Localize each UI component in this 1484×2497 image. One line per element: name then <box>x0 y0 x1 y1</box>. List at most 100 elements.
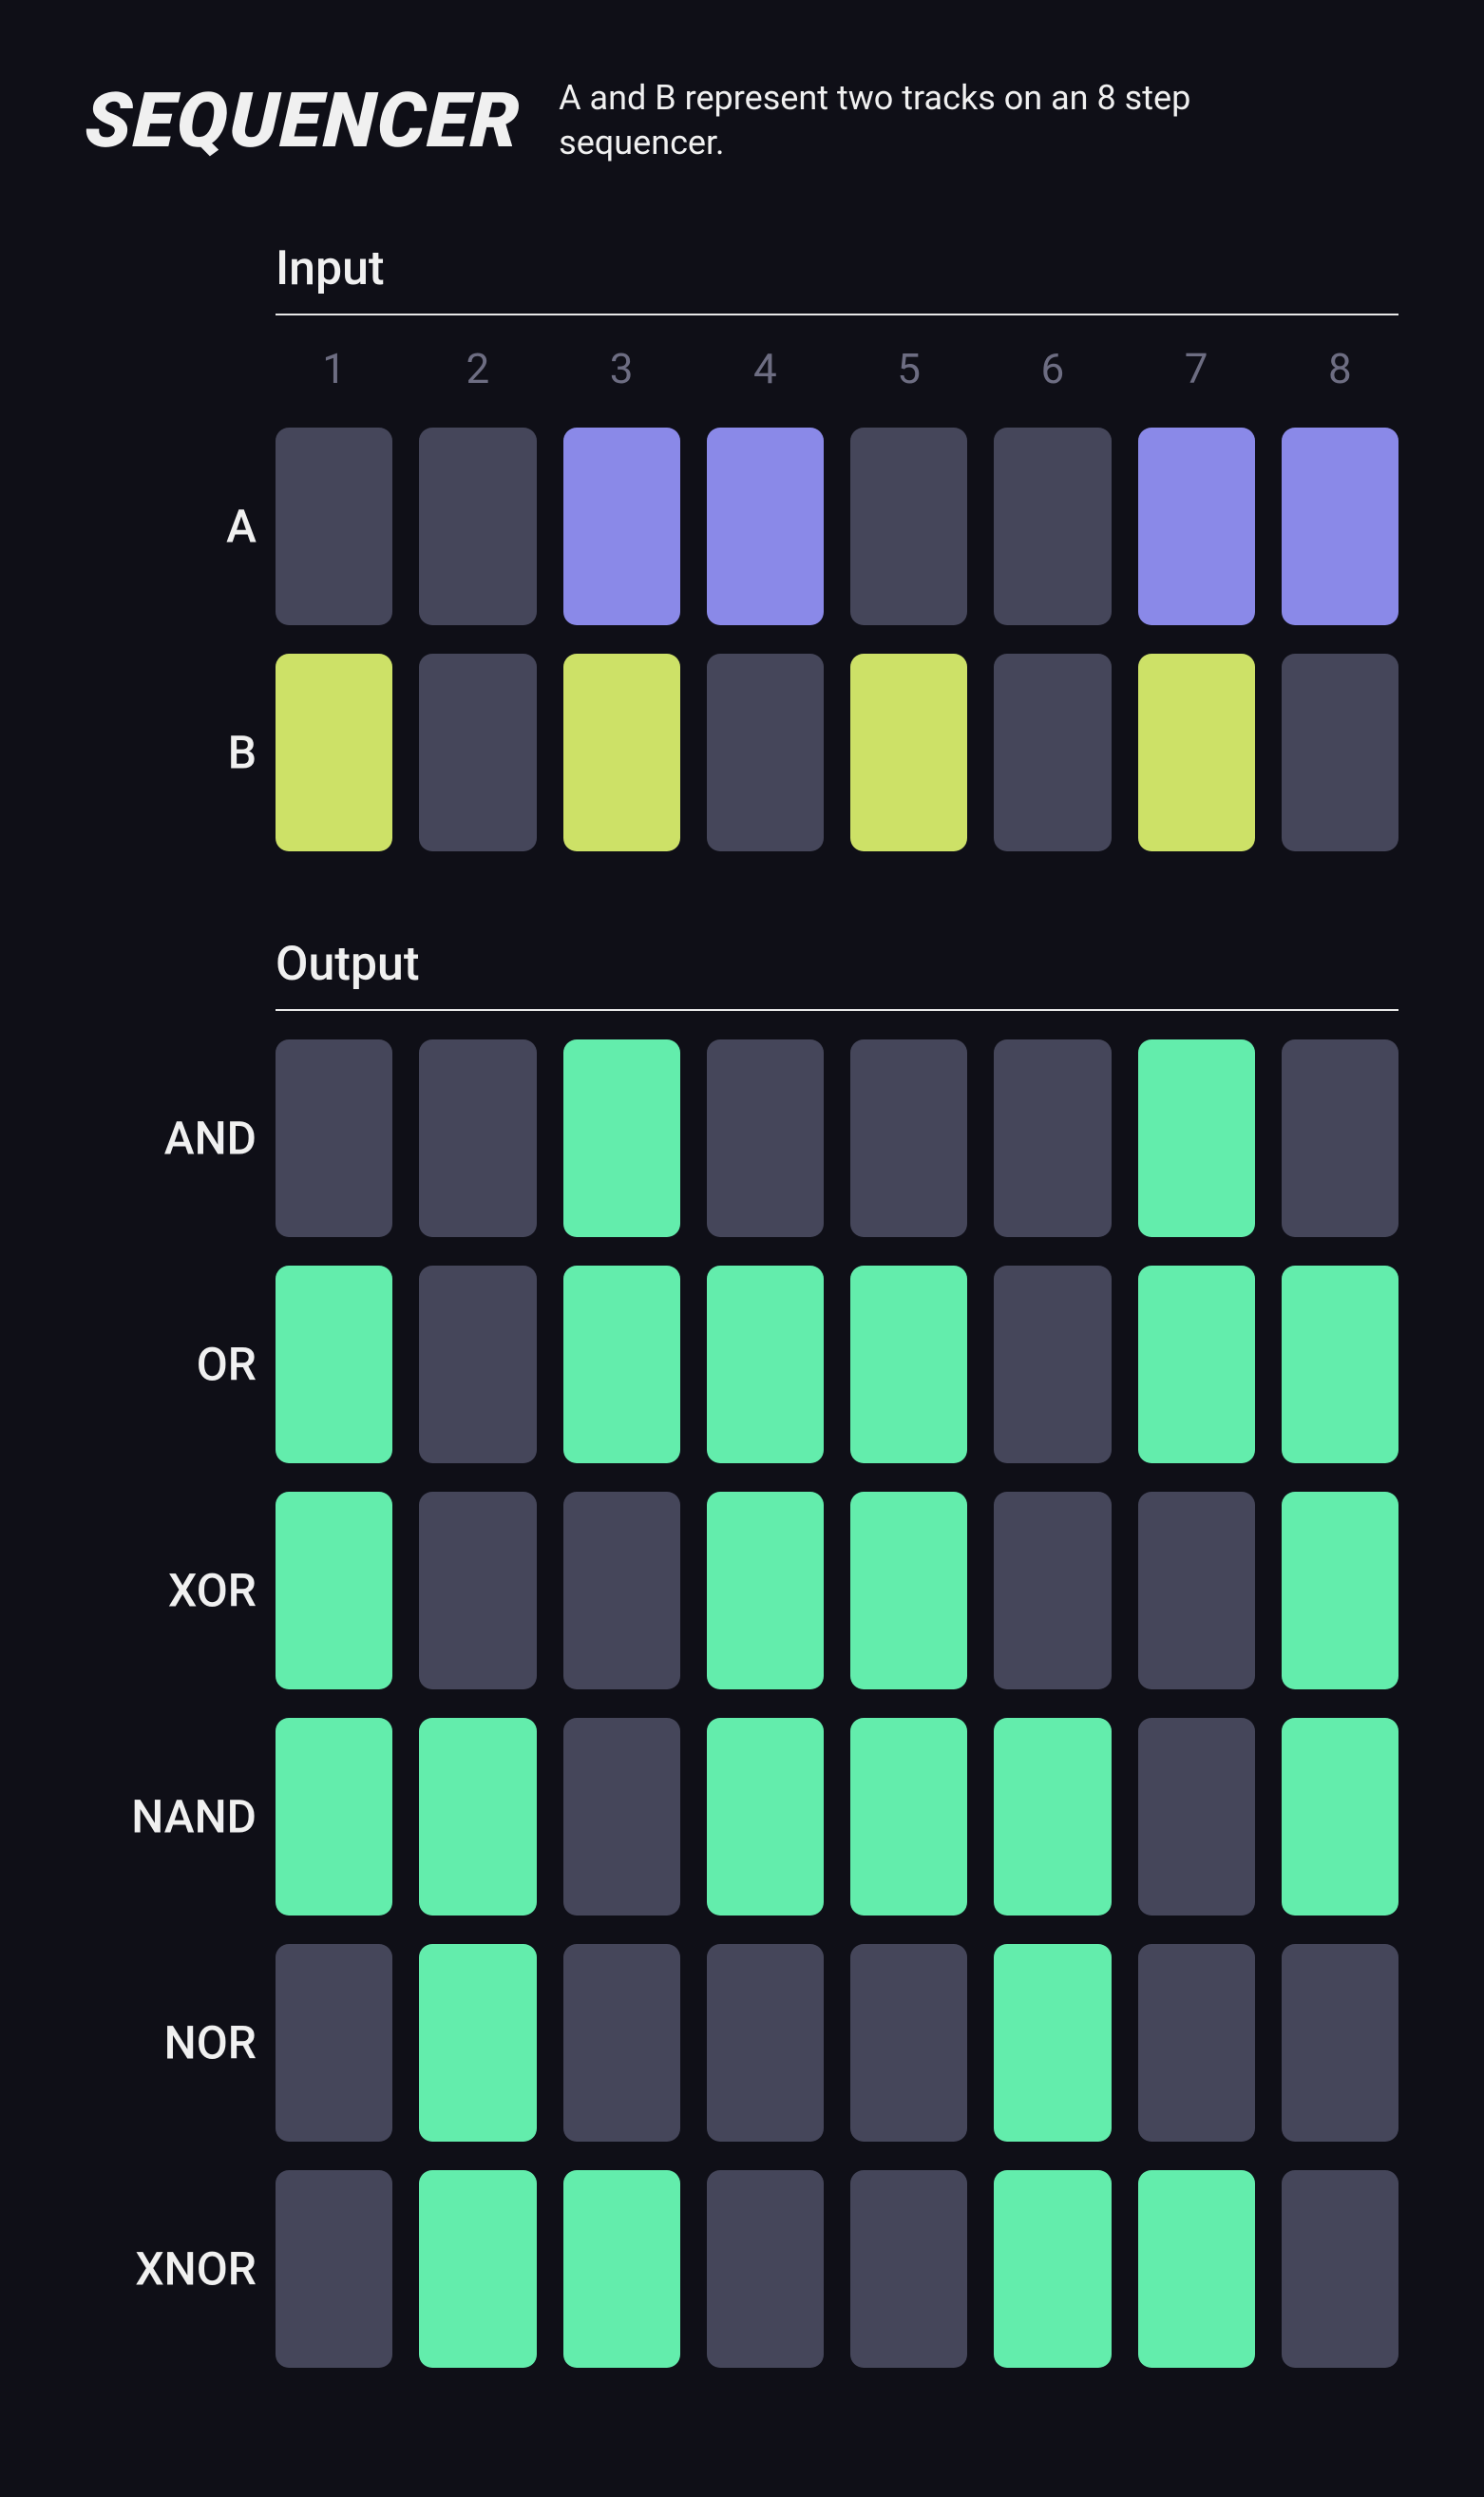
column-label: 6 <box>994 344 1111 393</box>
app-subtitle: A and B represent two tracks on an 8 ste… <box>559 76 1224 165</box>
step-cell[interactable] <box>994 1492 1111 1689</box>
step-cell[interactable] <box>707 428 824 625</box>
step-cell[interactable] <box>1282 1266 1398 1463</box>
step-cell[interactable] <box>563 654 680 851</box>
output-row-cells <box>276 1718 1398 1916</box>
column-label: 5 <box>850 344 967 393</box>
step-cell[interactable] <box>850 2170 967 2368</box>
column-label: 3 <box>563 344 680 393</box>
step-cell[interactable] <box>994 1944 1111 2142</box>
step-cell[interactable] <box>1282 428 1398 625</box>
input-section: Input 12345678 AB <box>276 241 1398 851</box>
step-cell[interactable] <box>563 1718 680 1916</box>
step-cell[interactable] <box>276 1718 392 1916</box>
step-cell[interactable] <box>419 1039 536 1237</box>
step-cell[interactable] <box>707 1718 824 1916</box>
step-cell[interactable] <box>707 1944 824 2142</box>
step-cell[interactable] <box>419 654 536 851</box>
step-cell[interactable] <box>563 1266 680 1463</box>
input-row-label: B <box>86 725 257 779</box>
step-cell[interactable] <box>1282 654 1398 851</box>
output-row-label: AND <box>86 1111 257 1165</box>
step-cell[interactable] <box>850 654 967 851</box>
step-cell[interactable] <box>1282 2170 1398 2368</box>
step-cell[interactable] <box>707 1039 824 1237</box>
step-cell[interactable] <box>994 428 1111 625</box>
output-row: XNOR <box>276 2170 1398 2368</box>
column-label: 7 <box>1138 344 1255 393</box>
output-row-cells <box>276 1944 1398 2142</box>
step-cell[interactable] <box>276 428 392 625</box>
step-cell[interactable] <box>850 1492 967 1689</box>
output-row: NOR <box>276 1944 1398 2142</box>
step-cell[interactable] <box>850 1039 967 1237</box>
step-cell[interactable] <box>994 2170 1111 2368</box>
step-cell[interactable] <box>419 2170 536 2368</box>
step-cell[interactable] <box>563 1039 680 1237</box>
step-cell[interactable] <box>850 1266 967 1463</box>
step-cell[interactable] <box>707 654 824 851</box>
step-cell[interactable] <box>707 1266 824 1463</box>
step-cell[interactable] <box>563 1492 680 1689</box>
input-rule <box>276 314 1398 315</box>
step-cell[interactable] <box>1138 1266 1255 1463</box>
column-label: 2 <box>419 344 536 393</box>
output-heading: Output <box>276 937 1398 992</box>
column-label: 8 <box>1282 344 1398 393</box>
step-cell[interactable] <box>563 428 680 625</box>
step-cell[interactable] <box>276 1039 392 1237</box>
step-cell[interactable] <box>707 2170 824 2368</box>
app-title: SEQUENCER <box>84 83 523 159</box>
output-row: NAND <box>276 1718 1398 1916</box>
step-cell[interactable] <box>419 1492 536 1689</box>
step-cell[interactable] <box>1138 1718 1255 1916</box>
output-row-label: OR <box>86 1337 257 1391</box>
step-cell[interactable] <box>1282 1944 1398 2142</box>
step-cell[interactable] <box>563 2170 680 2368</box>
step-cell[interactable] <box>563 1944 680 2142</box>
step-cell[interactable] <box>1282 1718 1398 1916</box>
step-cell[interactable] <box>1138 1492 1255 1689</box>
output-row-cells <box>276 2170 1398 2368</box>
output-row: OR <box>276 1266 1398 1463</box>
step-cell[interactable] <box>1282 1492 1398 1689</box>
step-cell[interactable] <box>850 428 967 625</box>
step-cell[interactable] <box>1138 2170 1255 2368</box>
step-cell[interactable] <box>276 654 392 851</box>
step-cell[interactable] <box>850 1944 967 2142</box>
step-cell[interactable] <box>419 1266 536 1463</box>
step-cell[interactable] <box>1282 1039 1398 1237</box>
step-cell[interactable] <box>1138 428 1255 625</box>
output-row: XOR <box>276 1492 1398 1689</box>
step-cell[interactable] <box>276 2170 392 2368</box>
step-cell[interactable] <box>994 1718 1111 1916</box>
output-row-label: XNOR <box>86 2241 257 2296</box>
step-cell[interactable] <box>276 1944 392 2142</box>
output-row-label: NOR <box>86 2015 257 2069</box>
output-row-cells <box>276 1492 1398 1689</box>
input-heading: Input <box>276 241 1398 296</box>
column-labels: 12345678 <box>276 344 1398 393</box>
output-row-label: NAND <box>86 1789 257 1843</box>
step-cell[interactable] <box>707 1492 824 1689</box>
input-row: A <box>276 428 1398 625</box>
step-cell[interactable] <box>276 1492 392 1689</box>
input-row-cells <box>276 654 1398 851</box>
step-cell[interactable] <box>1138 1039 1255 1237</box>
output-section: Output AND OR XOR NAND NOR XNOR <box>276 937 1398 2368</box>
step-cell[interactable] <box>1138 654 1255 851</box>
output-row-label: XOR <box>86 1563 257 1617</box>
step-cell[interactable] <box>276 1266 392 1463</box>
header: SEQUENCER A and B represent two tracks o… <box>86 76 1398 165</box>
output-row: AND <box>276 1039 1398 1237</box>
column-label: 4 <box>707 344 824 393</box>
step-cell[interactable] <box>994 1266 1111 1463</box>
step-cell[interactable] <box>994 654 1111 851</box>
step-cell[interactable] <box>419 1718 536 1916</box>
input-row-label: A <box>86 499 257 553</box>
step-cell[interactable] <box>419 428 536 625</box>
step-cell[interactable] <box>850 1718 967 1916</box>
step-cell[interactable] <box>419 1944 536 2142</box>
step-cell[interactable] <box>994 1039 1111 1237</box>
step-cell[interactable] <box>1138 1944 1255 2142</box>
